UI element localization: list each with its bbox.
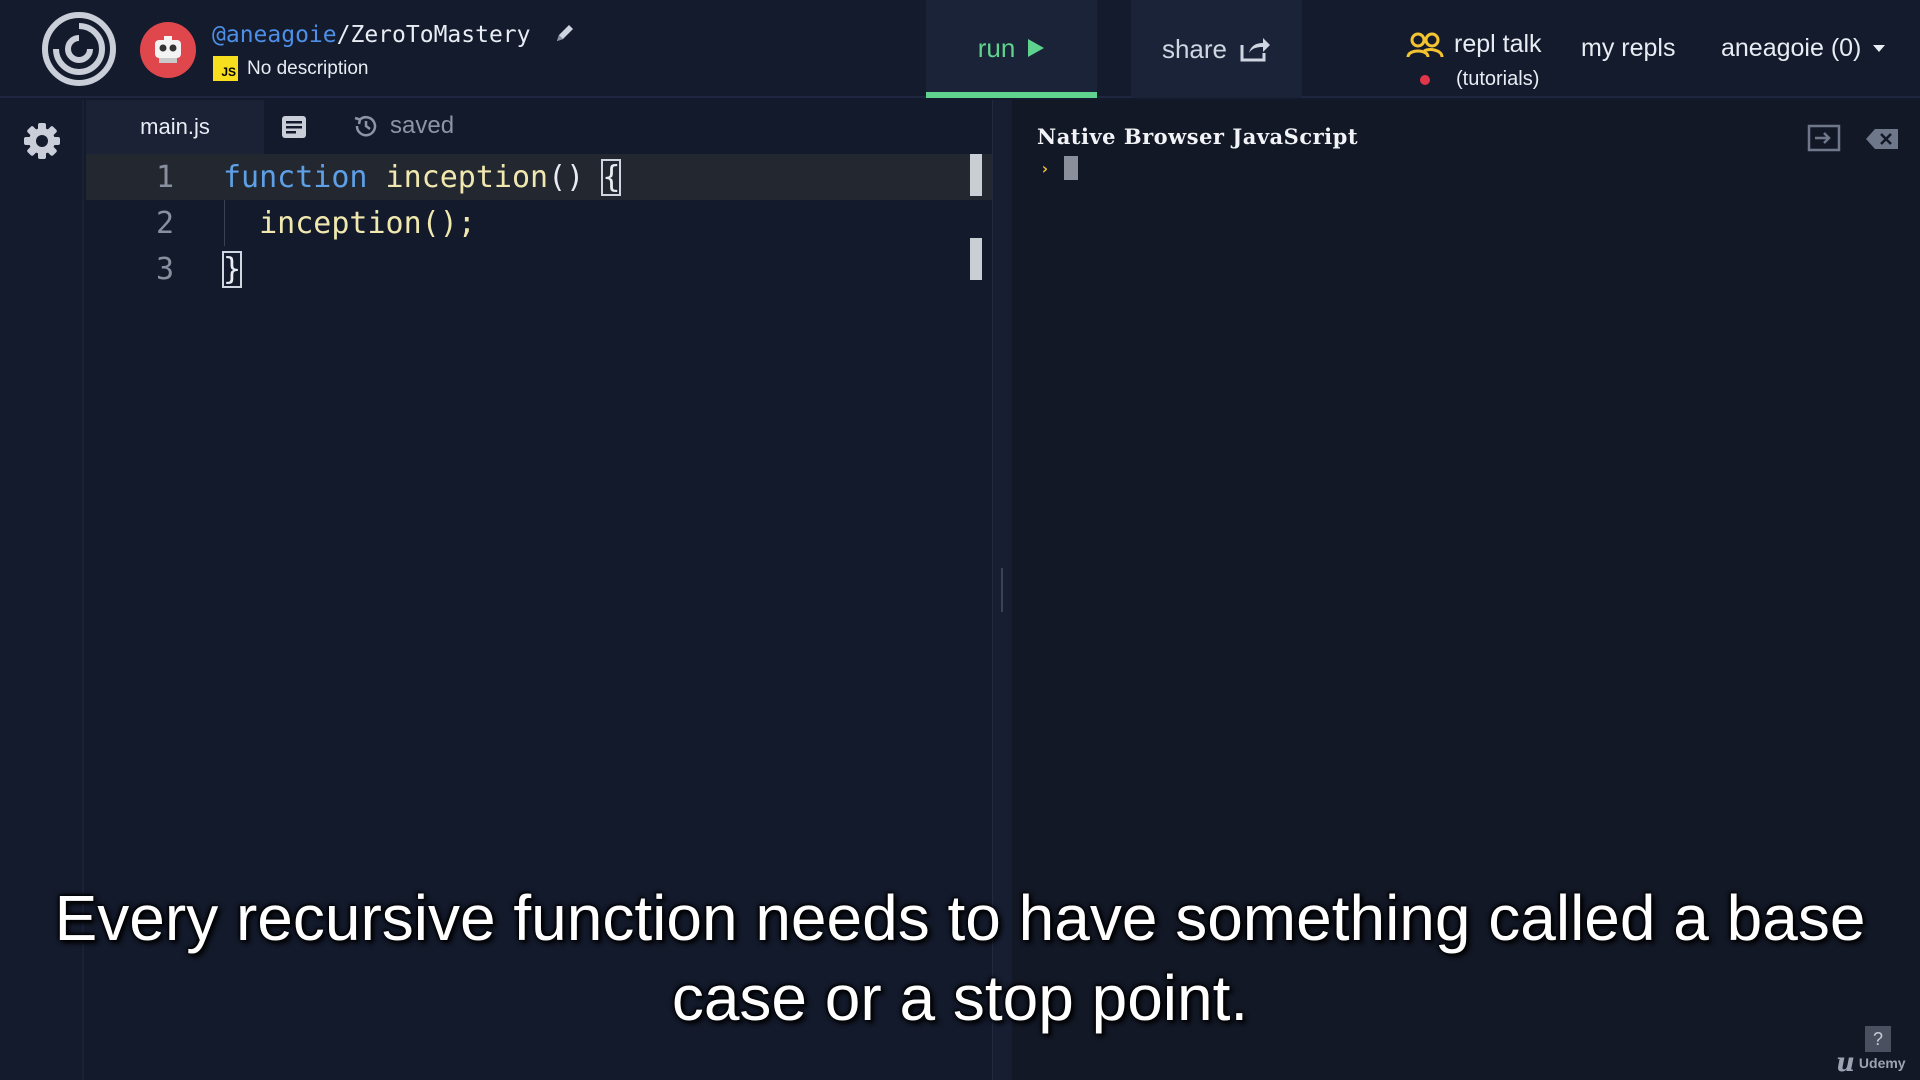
code-params: () bbox=[548, 159, 603, 195]
line-number: 3 bbox=[155, 251, 174, 287]
user-menu[interactable]: aneagoie (0) bbox=[1721, 34, 1886, 63]
udemy-logo-icon: u bbox=[1836, 1048, 1855, 1078]
code-keyword: function bbox=[223, 159, 368, 195]
console-title: Native Browser JavaScript bbox=[1037, 124, 1359, 149]
repl-talk-sub-label: (tutorials) bbox=[1456, 68, 1540, 90]
subtitle-line: case or a stop point. bbox=[671, 962, 1249, 1034]
js-language-badge: JS bbox=[213, 56, 238, 81]
code-text: } bbox=[221, 250, 243, 288]
share-button[interactable]: share bbox=[1131, 0, 1302, 98]
code-line[interactable]: 1 function inception() { bbox=[86, 154, 992, 200]
expand-panel-icon[interactable] bbox=[1807, 124, 1841, 157]
community-icon bbox=[1406, 32, 1444, 57]
splitter-handle[interactable] bbox=[1001, 568, 1003, 612]
description-row[interactable]: JS No description bbox=[213, 56, 368, 81]
clear-console-icon[interactable] bbox=[1865, 128, 1899, 155]
run-button[interactable]: run bbox=[926, 0, 1097, 98]
line-number: 2 bbox=[155, 205, 174, 241]
code-function-name: inception bbox=[367, 159, 549, 195]
subtitle-line: Every recursive function needs to have s… bbox=[54, 882, 1866, 954]
code-text: inception(); bbox=[223, 205, 476, 241]
udemy-watermark: u Udemy bbox=[1836, 1048, 1906, 1078]
gear-icon[interactable] bbox=[23, 122, 61, 165]
repl-name[interactable]: ZeroToMastery bbox=[350, 22, 530, 48]
repl-path: @aneagoie/ZeroToMastery bbox=[212, 22, 576, 50]
save-status-label: saved bbox=[390, 112, 455, 139]
repl-talk-label: repl talk bbox=[1454, 30, 1542, 58]
document-icon[interactable] bbox=[281, 115, 307, 144]
code-close-brace: } bbox=[221, 250, 243, 288]
line-number: 1 bbox=[155, 159, 174, 195]
code-line[interactable]: 2 inception(); bbox=[86, 200, 992, 246]
share-icon bbox=[1240, 38, 1271, 62]
top-bar: @aneagoie/ZeroToMastery JS No descriptio… bbox=[0, 0, 1920, 98]
run-label: run bbox=[977, 32, 1016, 63]
code-open-brace: { bbox=[601, 158, 622, 196]
scrollbar-marker[interactable] bbox=[970, 238, 982, 280]
robot-avatar-icon[interactable] bbox=[140, 22, 196, 78]
history-icon bbox=[354, 115, 377, 137]
console-cursor bbox=[1063, 156, 1078, 180]
play-icon bbox=[1028, 39, 1045, 57]
console-prompt[interactable]: › bbox=[1040, 156, 1078, 180]
repl-talk-subtitle[interactable]: (tutorials) bbox=[1420, 68, 1539, 91]
code-line[interactable]: 3 } bbox=[86, 246, 992, 292]
notification-dot bbox=[1420, 74, 1430, 85]
repl-talk-link[interactable]: repl talk bbox=[1406, 30, 1542, 59]
share-label: share bbox=[1161, 33, 1228, 64]
prompt-glyph: › bbox=[1040, 158, 1050, 178]
scrollbar-marker[interactable] bbox=[970, 154, 982, 196]
video-subtitle: Every recursive function needs to have s… bbox=[0, 878, 1920, 1038]
repl-description[interactable]: No description bbox=[247, 58, 368, 80]
save-status: saved bbox=[352, 112, 454, 140]
user-menu-label: aneagoie (0) bbox=[1721, 34, 1862, 62]
repl-path-separator: / bbox=[336, 22, 351, 48]
watermark-brand: Udemy bbox=[1858, 1055, 1906, 1071]
code-text: function inception() { bbox=[223, 158, 622, 196]
replit-logo-icon[interactable] bbox=[42, 12, 116, 86]
chevron-down-icon bbox=[1873, 44, 1886, 52]
my-repls-link[interactable]: my repls bbox=[1581, 34, 1675, 63]
indent-guide bbox=[224, 200, 225, 246]
repl-owner-link[interactable]: @aneagoie bbox=[212, 22, 337, 48]
tab-main-js[interactable]: main.js bbox=[86, 100, 264, 154]
editor-tab-bar: main.js saved bbox=[86, 100, 992, 154]
pencil-icon[interactable] bbox=[554, 22, 576, 50]
